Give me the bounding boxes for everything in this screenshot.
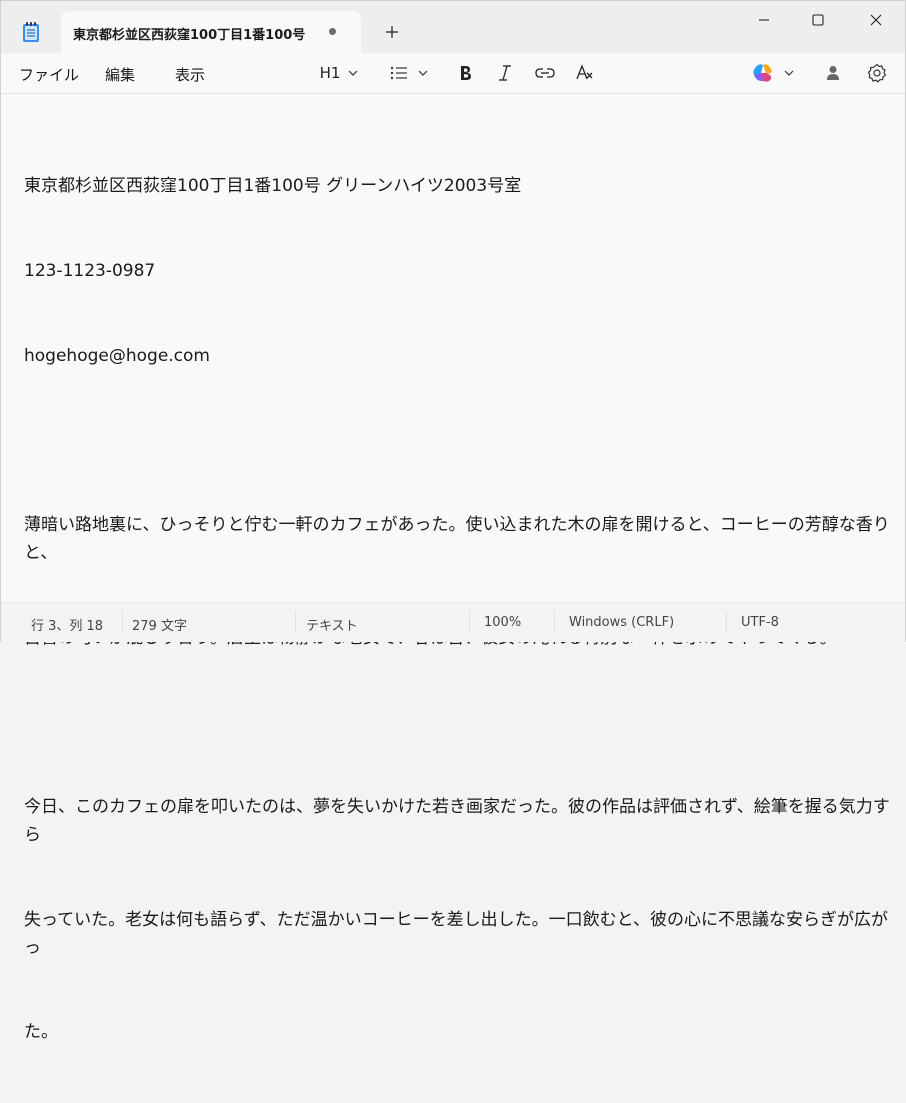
text-line[interactable]: 今日、このカフェの扉を叩いたのは、夢を失いかけた若き画家だった。彼の作品は評価さ… bbox=[24, 793, 904, 849]
status-separator bbox=[122, 611, 123, 633]
text-line[interactable] bbox=[24, 426, 904, 454]
chevron-down-icon bbox=[348, 70, 358, 76]
close-icon bbox=[870, 14, 882, 26]
bold-button[interactable] bbox=[453, 61, 477, 85]
heading-dropdown[interactable]: H1 bbox=[315, 61, 363, 85]
menu-edit[interactable]: 編集 bbox=[105, 64, 135, 85]
new-tab-button[interactable] bbox=[381, 21, 403, 43]
text-line[interactable]: 薄暗い路地裏に、ひっそりと佇む一軒のカフェがあった。使い込まれた木の扉を開けると… bbox=[24, 511, 904, 567]
line-ending[interactable]: Windows (CRLF) bbox=[569, 615, 674, 630]
status-separator bbox=[554, 611, 555, 633]
italic-button[interactable] bbox=[493, 61, 517, 85]
minimize-button[interactable] bbox=[741, 9, 787, 33]
maximize-icon bbox=[812, 14, 824, 26]
menu-file[interactable]: ファイル bbox=[19, 64, 79, 85]
settings-icon bbox=[867, 63, 887, 83]
close-button[interactable] bbox=[853, 9, 899, 33]
account-icon bbox=[827, 66, 839, 80]
copilot-dropdown[interactable] bbox=[749, 61, 797, 85]
copilot-icon bbox=[753, 64, 772, 82]
settings-button[interactable] bbox=[865, 61, 889, 85]
chevron-down-icon bbox=[784, 70, 794, 76]
zoom-level[interactable]: 100% bbox=[484, 615, 521, 630]
text-line[interactable]: 東京都杉並区西荻窪100丁目1番100号 グリーンハイツ2003号室 bbox=[24, 172, 904, 200]
text-line[interactable]: 失っていた。老女は何も語らず、ただ温かいコーヒーを差し出した。一口飲むと、彼の心… bbox=[24, 906, 904, 962]
clear-format-icon bbox=[576, 64, 593, 80]
list-icon bbox=[390, 66, 407, 80]
link-icon bbox=[535, 68, 555, 78]
status-separator bbox=[726, 611, 727, 633]
tab-title: 東京都杉並区西荻窪100丁目1番100号 bbox=[73, 28, 306, 43]
clear-format-button[interactable] bbox=[573, 61, 597, 85]
maximize-button[interactable] bbox=[795, 9, 841, 33]
text-line[interactable]: 123-1123-0987 bbox=[24, 257, 904, 285]
notepad-app-icon bbox=[23, 22, 39, 42]
text-mode[interactable]: テキスト bbox=[306, 615, 358, 634]
tab-document[interactable]: 東京都杉並区西荻窪100丁目1番100号 bbox=[61, 11, 361, 53]
status-separator bbox=[295, 611, 296, 633]
text-line[interactable]: た。 bbox=[24, 1018, 904, 1046]
encoding[interactable]: UTF-8 bbox=[741, 615, 779, 630]
notepad-window: 東京都杉並区西荻窪100丁目1番100号 ファイル 編集 表示 H1 東京都杉並… bbox=[0, 0, 906, 1042]
link-button[interactable] bbox=[533, 61, 557, 85]
character-count: 279 文字 bbox=[132, 619, 187, 634]
text-editor[interactable]: 東京都杉並区西荻窪100丁目1番100号 グリーンハイツ2003号室 123-1… bbox=[1, 94, 905, 1042]
unsaved-indicator-icon[interactable] bbox=[329, 28, 336, 35]
menu-view[interactable]: 表示 bbox=[175, 64, 205, 85]
minimize-icon bbox=[759, 19, 769, 21]
bold-icon bbox=[461, 66, 471, 80]
status-separator bbox=[469, 611, 470, 633]
account-button[interactable] bbox=[821, 61, 845, 85]
text-line[interactable]: hogehoge@hoge.com bbox=[24, 342, 904, 370]
toolbar: ファイル 編集 表示 H1 bbox=[1, 53, 905, 94]
chevron-down-icon bbox=[418, 70, 428, 76]
plus-icon bbox=[386, 26, 398, 38]
text-line[interactable] bbox=[24, 708, 904, 736]
status-bar: 行 3、列 18 279 文字 テキスト 100% Windows (CRLF)… bbox=[1, 602, 905, 642]
title-bar: 東京都杉並区西荻窪100丁目1番100号 bbox=[1, 1, 905, 53]
heading-label: H1 bbox=[319, 64, 341, 82]
list-dropdown[interactable] bbox=[387, 61, 431, 85]
cursor-position: 行 3、列 18 bbox=[31, 619, 104, 634]
italic-icon bbox=[499, 65, 511, 81]
